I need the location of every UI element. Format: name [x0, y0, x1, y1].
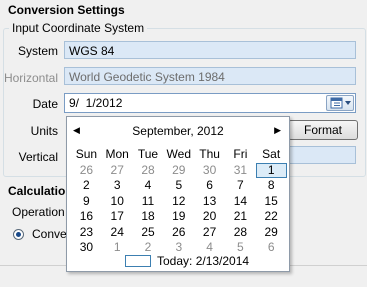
days-of-week-row: Sun Mon Tue Wed Thu Fri Sat — [71, 147, 287, 163]
next-month-icon[interactable]: ▶ — [274, 125, 281, 136]
calendar-day[interactable]: 24 — [102, 225, 133, 241]
calendar-day[interactable]: 17 — [102, 209, 133, 225]
calendar-day[interactable]: 28 — [133, 163, 164, 179]
calendar-week-row: 9 10 11 12 13 14 15 — [71, 194, 287, 210]
today-marker — [125, 255, 151, 267]
calendar-day[interactable]: 16 — [71, 209, 102, 225]
calendar-day[interactable]: 22 — [256, 209, 287, 225]
units-label: Units — [30, 124, 58, 138]
calendar-day[interactable]: 29 — [163, 163, 194, 179]
day-of-week-header: Thu — [199, 147, 220, 161]
calendar-day[interactable]: 23 — [71, 225, 102, 241]
calendar-day[interactable]: 29 — [256, 225, 287, 241]
calendar-day[interactable]: 4 — [133, 178, 164, 194]
calendar-day[interactable]: 11 — [133, 194, 164, 210]
calendar-day[interactable]: 14 — [225, 194, 256, 210]
calendar-day[interactable]: 20 — [194, 209, 225, 225]
system-field[interactable]: WGS 84 — [64, 41, 356, 59]
calendar-day[interactable]: 10 — [102, 194, 133, 210]
calendar-day[interactable]: 30 — [194, 163, 225, 179]
calendar-icon — [330, 97, 351, 109]
calendar-grid: Sun Mon Tue Wed Thu Fri Sat 26 27 28 29 30 31 1 2 3 4 5 6… — [71, 147, 287, 256]
calendar-day[interactable]: 12 — [163, 194, 194, 210]
day-of-week-header: Mon — [105, 147, 129, 161]
convert-radio[interactable] — [13, 229, 24, 240]
operation-label: Operation — [12, 205, 65, 219]
calendar-week-row: 16 17 18 19 20 21 22 — [71, 209, 287, 225]
horizontal-label: Horizontal — [3, 71, 58, 85]
calendar-week-row: 26 27 28 29 30 31 1 — [71, 162, 287, 179]
calculation-title: Calculation — [8, 184, 73, 198]
calendar-month-label[interactable]: September, 2012 — [67, 124, 289, 138]
input-coordinate-group-title: Input Coordinate System — [9, 21, 148, 35]
calendar-day[interactable]: 31 — [225, 163, 256, 179]
calendar-day[interactable]: 27 — [194, 225, 225, 241]
calendar-day[interactable]: 1 — [102, 240, 133, 256]
day-of-week-header: Tue — [137, 147, 159, 161]
format-button[interactable]: Format — [288, 120, 358, 140]
system-label: System — [17, 44, 58, 58]
calendar-day[interactable]: 26 — [71, 163, 102, 179]
date-label: Date — [32, 97, 58, 111]
date-value[interactable]: 9/ 1/2012 — [69, 96, 122, 110]
calendar-day[interactable]: 6 — [194, 178, 225, 194]
calendar-day-selected[interactable]: 1 — [255, 162, 287, 178]
calendar-day[interactable]: 21 — [225, 209, 256, 225]
calendar-weeks: 26 27 28 29 30 31 1 2 3 4 5 6 7 8 9 10 11 12 13 14 15 16 17 18 1… — [71, 162, 287, 256]
section-title: Conversion Settings — [8, 3, 125, 17]
day-of-week-header: Sun — [75, 147, 98, 161]
vertical-field[interactable] — [288, 146, 356, 164]
date-picker-field[interactable]: 9/ 1/2012 — [64, 93, 356, 113]
calendar-day[interactable]: 9 — [71, 194, 102, 210]
horizontal-field: World Geodetic System 1984 — [64, 67, 356, 85]
calendar-day[interactable]: 5 — [163, 178, 194, 194]
day-of-week-header: Sat — [262, 147, 281, 161]
vertical-label: Vertical — [18, 150, 58, 164]
calendar-day[interactable]: 13 — [194, 194, 225, 210]
calendar-day[interactable]: 6 — [256, 240, 287, 256]
day-of-week-header: Wed — [166, 147, 192, 161]
convert-radio-label[interactable]: Conver — [32, 227, 71, 241]
calendar-day[interactable]: 2 — [71, 178, 102, 194]
calendar-day[interactable]: 27 — [102, 163, 133, 179]
chevron-down-icon — [345, 101, 351, 105]
calendar-day[interactable]: 15 — [256, 194, 287, 210]
calendar-week-row: 2345678 — [71, 178, 287, 194]
calendar-popup[interactable]: ◀ September, 2012 ▶ Sun Mon Tue Wed Thu Fri Sa… — [66, 116, 290, 272]
calendar-day[interactable]: 8 — [256, 178, 287, 194]
calendar-day[interactable]: 19 — [163, 209, 194, 225]
calendar-day[interactable]: 30 — [71, 240, 102, 256]
calendar-day[interactable]: 18 — [133, 209, 164, 225]
calendar-day[interactable]: 26 — [163, 225, 194, 241]
calendar-day[interactable]: 28 — [225, 225, 256, 241]
calendar-day[interactable]: 25 — [133, 225, 164, 241]
today-link[interactable]: Today: 2/13/2014 — [157, 254, 249, 268]
calendar-day[interactable]: 7 — [225, 178, 256, 194]
day-of-week-header: Fri — [233, 147, 248, 161]
calendar-week-row: 23 24 25 26 27 28 29 — [71, 225, 287, 241]
calendar-dropdown-button[interactable] — [326, 95, 354, 111]
calendar-day[interactable]: 3 — [102, 178, 133, 194]
